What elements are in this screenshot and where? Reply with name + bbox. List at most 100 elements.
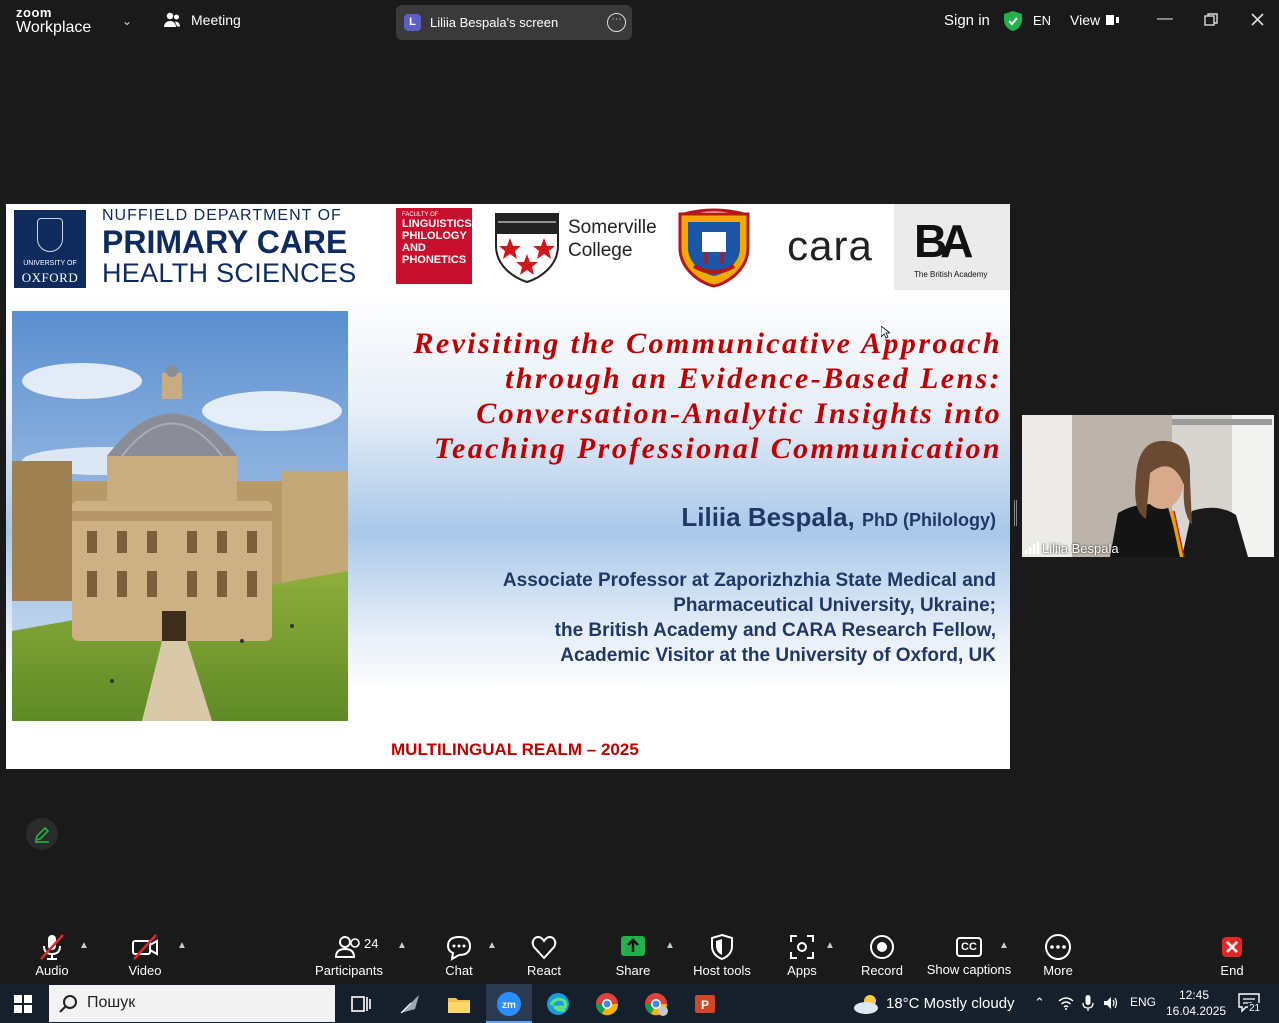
video-label: Video (128, 963, 162, 978)
chevron-down-icon[interactable]: ⌄ (122, 14, 132, 28)
chevron-up-icon[interactable]: ▲ (825, 940, 835, 951)
annotate-button[interactable] (26, 818, 58, 850)
somerville-shield-icon (495, 213, 559, 284)
powerpoint-icon[interactable]: P (692, 991, 718, 1017)
chat-button[interactable]: Chat (440, 932, 478, 978)
notification-count: 21 (1248, 1003, 1262, 1014)
restore-icon[interactable] (1204, 13, 1218, 27)
nuffield-line1: NUFFIELD DEPARTMENT OF (102, 207, 342, 224)
zoom-logo[interactable]: zoom Workplace (16, 6, 91, 36)
chrome-browser-icon[interactable] (594, 991, 620, 1017)
pencil-icon (34, 826, 50, 843)
chevron-up-icon[interactable]: ▲ (397, 940, 407, 951)
edge-browser-icon[interactable] (545, 991, 571, 1017)
view-label: View (1070, 12, 1101, 28)
shield-icon (711, 933, 733, 961)
oxford-small-text: UNIVERSITY OF (23, 260, 77, 267)
minimize-icon[interactable]: — (1157, 10, 1173, 28)
audio-button[interactable]: Audio (32, 932, 72, 978)
system-clock[interactable]: 12:45 16.04.2025 (1166, 987, 1226, 1019)
view-button[interactable]: View (1070, 12, 1120, 28)
oxford-crest-icon (37, 218, 63, 252)
nuffield-line3: HEALTH SCIENCES (102, 258, 357, 288)
chevron-up-icon[interactable]: ▲ (79, 940, 89, 951)
apps-label: Apps (787, 963, 817, 978)
chevron-up-icon[interactable]: ▲ (665, 940, 675, 951)
task-view-icon[interactable] (348, 991, 374, 1017)
more-options-icon[interactable]: ⋯ (607, 13, 626, 32)
show-captions-button[interactable]: CC Show captions (926, 932, 1012, 977)
svg-text:zm: zm (502, 1000, 516, 1011)
windows-start-icon[interactable] (14, 995, 32, 1013)
title-line: Conversation-Analytic Insights into (476, 397, 1002, 430)
record-label: Record (861, 963, 903, 978)
participants-label: Participants (315, 963, 383, 978)
meeting-tab[interactable]: Meeting (163, 12, 241, 28)
end-button[interactable]: End (1214, 932, 1250, 978)
screen-share-indicator[interactable]: L Liliia Bespala's screen ⋯ (396, 5, 632, 40)
cursor-icon (881, 326, 890, 339)
zoom-taskbar-item[interactable]: zm (486, 984, 532, 1023)
captions-icon: CC (956, 937, 982, 957)
weather-cloud-icon[interactable] (852, 993, 880, 1015)
notification-center-button[interactable]: 21 (1238, 993, 1262, 1018)
input-language[interactable]: ENG (1130, 995, 1156, 1009)
shield-check-icon[interactable] (1004, 11, 1022, 31)
participant-name: Liliia Bespala (1042, 541, 1119, 556)
more-icon (1045, 934, 1071, 960)
author-degree: PhD (Philology) (862, 510, 996, 530)
university-emblem-icon (678, 208, 750, 288)
share-button[interactable]: Share (613, 932, 653, 978)
somerville-logo: Somerville College (488, 212, 668, 288)
apps-icon (790, 935, 814, 959)
more-button[interactable]: More (1038, 932, 1078, 978)
faculty-line: LINGUISTICS, (402, 218, 475, 230)
share-screen-icon (621, 936, 645, 956)
oxford-big-text: OXFORD (21, 270, 79, 285)
close-icon[interactable] (1251, 13, 1264, 26)
author: Liliia Bespala, PhD (Philology) (681, 502, 996, 533)
british-academy-logo: BA The British Academy (894, 204, 1010, 290)
chevron-up-icon[interactable]: ⌃ (1034, 995, 1045, 1011)
react-button[interactable]: React (524, 932, 564, 978)
wifi-icon[interactable] (1058, 996, 1074, 1010)
ba-label: The British Academy (914, 270, 988, 279)
sharer-avatar: L (404, 14, 421, 31)
brand-line2: Workplace (16, 19, 92, 36)
resize-handle[interactable] (1014, 500, 1017, 526)
react-label: React (527, 963, 561, 978)
taskbar-search[interactable]: Пошук (49, 985, 335, 1022)
captions-label: Show captions (926, 962, 1012, 977)
faculty-logo: FACULTY OF LINGUISTICS, PHILOLOGY AND PH… (396, 208, 475, 284)
chrome-profile-icon[interactable] (643, 991, 669, 1017)
conference-name: MULTILINGUAL REALM – 2025 (391, 740, 639, 759)
chevron-up-icon[interactable]: ▲ (487, 940, 497, 951)
weather-text[interactable]: 18°C Mostly cloudy (886, 995, 1015, 1012)
chevron-up-icon[interactable]: ▲ (177, 940, 187, 951)
participant-video-tile[interactable]: Liliia Bespala (1022, 415, 1274, 557)
language-button[interactable]: EN (1033, 13, 1051, 28)
nuffield-line2: PRIMARY CARE (102, 224, 348, 260)
record-button[interactable]: Record (860, 932, 904, 978)
share-label: Share (615, 963, 651, 978)
apps-button[interactable]: Apps (782, 932, 822, 978)
clock-time: 12:45 (1178, 988, 1210, 1002)
windows-taskbar: Пошук zm P 18°C Mostly cloudy ⌃ ENG 12:4… (0, 984, 1279, 1023)
video-button[interactable]: Video (124, 932, 166, 978)
host-tools-label: Host tools (693, 963, 751, 978)
title-bar: zoom Workplace ⌄ Meeting L Liliia Bespal… (0, 0, 1279, 44)
sign-in-button[interactable]: Sign in (944, 12, 990, 29)
end-call-icon (1222, 937, 1242, 957)
host-tools-button[interactable]: Host tools (692, 932, 752, 978)
feather-app-icon[interactable] (397, 991, 423, 1017)
slide-title: Revisiting the Communicative Approach th… (342, 326, 1002, 466)
somerville-line: Somerville (568, 217, 657, 238)
chevron-up-icon[interactable]: ▲ (999, 940, 1009, 951)
chat-label: Chat (445, 963, 473, 978)
microphone-icon[interactable] (1082, 995, 1094, 1011)
volume-icon[interactable] (1103, 996, 1119, 1010)
file-explorer-icon[interactable] (446, 991, 472, 1017)
author-name: Liliia Bespala, (681, 502, 855, 532)
more-label: More (1043, 963, 1073, 978)
building-illustration-icon (12, 311, 348, 721)
